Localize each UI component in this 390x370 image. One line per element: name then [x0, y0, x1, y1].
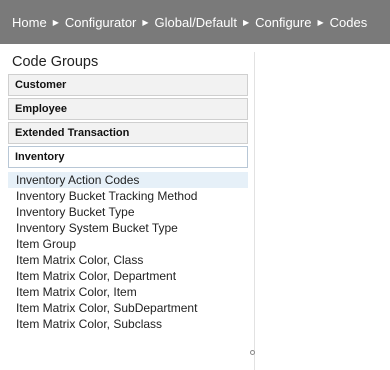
breadcrumb-separator-icon: ▶ [142, 17, 149, 27]
breadcrumb-separator-icon: ▶ [317, 17, 324, 27]
breadcrumb-codes[interactable]: Codes [330, 15, 368, 30]
breadcrumb-configurator[interactable]: Configurator [65, 15, 137, 30]
list-item[interactable]: Item Matrix Color, Class [8, 252, 248, 268]
list-item[interactable]: Inventory Bucket Tracking Method [8, 188, 248, 204]
breadcrumb-separator-icon: ▶ [52, 17, 59, 27]
code-groups-panel: Code Groups Customer Employee Extended T… [0, 52, 254, 370]
list-item[interactable]: Inventory Action Codes [8, 172, 248, 188]
list-item[interactable]: Item Matrix Color, Subclass [8, 316, 248, 332]
group-customer[interactable]: Customer [8, 74, 248, 96]
list-item[interactable]: Item Matrix Color, SubDepartment [8, 300, 248, 316]
breadcrumb-home[interactable]: Home [12, 15, 47, 30]
list-item[interactable]: Item Matrix Color, Item [8, 284, 248, 300]
group-inventory[interactable]: Inventory [8, 146, 248, 168]
breadcrumb-separator-icon: ▶ [242, 17, 250, 27]
list-item[interactable]: Item Group [8, 236, 248, 252]
code-list: Inventory Action Codes Inventory Bucket … [8, 172, 248, 360]
breadcrumb-global-default[interactable]: Global/Default [155, 15, 237, 30]
group-extended-transaction[interactable]: Extended Transaction [8, 122, 248, 144]
group-employee[interactable]: Employee [8, 98, 248, 120]
list-item[interactable]: Item Matrix Color, Department [8, 268, 248, 284]
breadcrumb: Home ▶ Configurator ▶ Global/Default ▶ C… [0, 0, 390, 44]
list-item[interactable]: Inventory System Bucket Type [8, 220, 248, 236]
breadcrumb-configure[interactable]: Configure [255, 15, 311, 30]
panel-title: Code Groups [12, 54, 99, 70]
content-pane [254, 52, 390, 370]
resize-handle-icon[interactable] [250, 350, 255, 355]
list-item[interactable]: Inventory Bucket Type [8, 204, 248, 220]
